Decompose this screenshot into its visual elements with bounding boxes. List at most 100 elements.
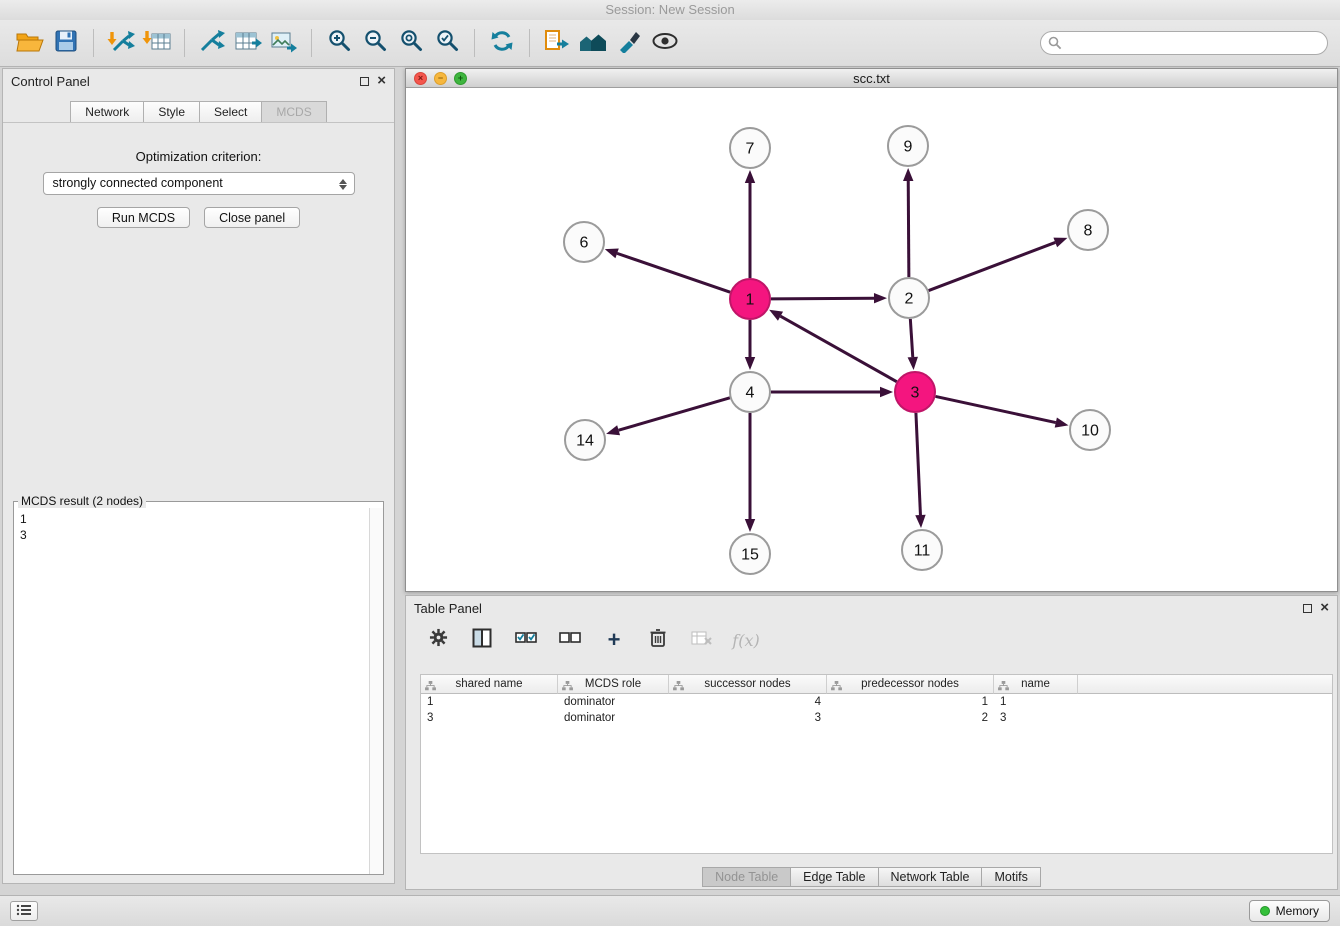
style-button[interactable]	[611, 25, 647, 61]
graph-edge-3-10[interactable]	[936, 396, 1069, 427]
delete-table-button[interactable]	[688, 626, 716, 654]
new-table-button[interactable]	[230, 25, 266, 61]
graph-node-14[interactable]: 14	[565, 420, 605, 460]
graph-node-2[interactable]: 2	[889, 278, 929, 318]
table-toolbar: + f(x)	[406, 620, 1337, 660]
network-canvas[interactable]: 7 9 6 8 1 2 4 3 14 10 15 11	[406, 88, 1337, 591]
show-hide-details-button[interactable]	[647, 25, 683, 61]
open-session-button[interactable]	[12, 25, 48, 61]
zoom-fit-button[interactable]	[393, 25, 429, 61]
graph-edge-1-4[interactable]	[745, 320, 755, 370]
tab-motifs[interactable]: Motifs	[982, 867, 1040, 887]
graph-node-9[interactable]: 9	[888, 126, 928, 166]
toolbar-separator	[93, 29, 94, 57]
show-columns-button[interactable]	[468, 626, 496, 654]
table-row[interactable]: 3dominator323	[421, 710, 1332, 726]
close-panel-icon[interactable]: ×	[1320, 603, 1329, 613]
new-network-button[interactable]	[194, 25, 230, 61]
graph-edge-2-9[interactable]	[903, 168, 913, 277]
export-image-button[interactable]	[266, 25, 302, 61]
graph-node-11[interactable]: 11	[902, 530, 942, 570]
graph-edge-1-2[interactable]	[771, 293, 887, 303]
column-header-MCDS-role[interactable]: MCDS role	[558, 675, 669, 694]
column-type-icon	[673, 679, 684, 697]
close-window-icon[interactable]: ×	[414, 72, 427, 85]
task-history-button[interactable]	[10, 901, 38, 921]
mcds-result-item[interactable]: 1	[20, 511, 363, 527]
refresh-icon	[490, 29, 514, 58]
close-panel-button[interactable]: Close panel	[204, 207, 300, 228]
graph-node-15[interactable]: 15	[730, 534, 770, 574]
graph-edge-3-1[interactable]	[769, 310, 897, 382]
float-panel-icon[interactable]	[1303, 604, 1312, 613]
memory-button[interactable]: Memory	[1249, 900, 1330, 922]
graph-edge-4-3[interactable]	[771, 387, 893, 397]
column-header-shared-name[interactable]: shared name	[421, 675, 558, 694]
save-session-button[interactable]	[48, 25, 84, 61]
copy-view-button[interactable]	[539, 25, 575, 61]
graph-node-8[interactable]: 8	[1068, 210, 1108, 250]
graph-node-4[interactable]: 4	[730, 372, 770, 412]
tab-node-table[interactable]: Node Table	[702, 867, 791, 887]
save-icon	[55, 30, 77, 57]
result-scrollbar[interactable]	[369, 508, 383, 874]
home-button[interactable]	[575, 25, 611, 61]
import-network-icon	[106, 29, 136, 58]
tab-mcds[interactable]: MCDS	[262, 101, 326, 122]
add-column-button[interactable]: +	[600, 626, 628, 654]
columns-icon	[472, 628, 492, 653]
copy-icon	[544, 29, 570, 58]
column-header-name[interactable]: name	[994, 675, 1078, 694]
new-table-icon	[234, 29, 262, 58]
import-network-button[interactable]	[103, 25, 139, 61]
table-row[interactable]: 1dominator411	[421, 694, 1332, 710]
graph-edge-4-14[interactable]	[606, 398, 730, 435]
tab-network[interactable]: Network	[70, 101, 144, 122]
refresh-layout-button[interactable]	[484, 25, 520, 61]
network-canvas-svg[interactable]: 7 9 6 8 1 2 4 3 14 10 15 11	[406, 88, 1337, 591]
graph-node-10[interactable]: 10	[1070, 410, 1110, 450]
run-mcds-button[interactable]: Run MCDS	[97, 207, 190, 228]
column-header-successor-nodes[interactable]: successor nodes	[669, 675, 827, 694]
minimize-window-icon[interactable]: −	[434, 72, 447, 85]
graph-edge-2-3[interactable]	[908, 319, 918, 370]
import-table-button[interactable]	[139, 25, 175, 61]
graph-edge-3-11[interactable]	[915, 413, 925, 528]
column-label: MCDS role	[585, 678, 641, 690]
zoom-out-button[interactable]	[357, 25, 393, 61]
graph-node-3[interactable]: 3	[895, 372, 935, 412]
search-input[interactable]	[1040, 31, 1328, 55]
mcds-result-list[interactable]: 13	[14, 508, 369, 874]
tab-network-table[interactable]: Network Table	[879, 867, 983, 887]
table-settings-button[interactable]	[424, 626, 452, 654]
zoom-selected-button[interactable]	[429, 25, 465, 61]
select-all-button[interactable]	[512, 626, 540, 654]
svg-text:4: 4	[746, 385, 755, 402]
graph-node-1[interactable]: 1	[730, 279, 770, 319]
delete-column-button[interactable]	[644, 626, 672, 654]
graph-node-7[interactable]: 7	[730, 128, 770, 168]
graph-edge-4-15[interactable]	[745, 413, 755, 532]
table-panel-header: Table Panel ×	[406, 596, 1337, 620]
float-panel-icon[interactable]	[360, 77, 369, 86]
clear-selection-button[interactable]	[556, 626, 584, 654]
network-window-titlebar[interactable]: × − + scc.txt	[406, 69, 1337, 88]
close-panel-icon[interactable]: ×	[377, 76, 386, 86]
graph-edge-1-7[interactable]	[745, 170, 755, 278]
table-header-row: shared name MCDS role successor nodesprede…	[421, 675, 1332, 694]
criterion-select[interactable]: strongly connected component	[43, 172, 355, 195]
add-row-icon: +	[608, 629, 621, 651]
mcds-result-item[interactable]: 3	[20, 527, 363, 543]
tab-select[interactable]: Select	[200, 101, 262, 122]
tab-edge-table[interactable]: Edge Table	[791, 867, 878, 887]
network-window: × − + scc.txt 7 9 6 8 1 2 4 3 14 10 15 11	[405, 68, 1338, 592]
column-header-predecessor-nodes[interactable]: predecessor nodes	[827, 675, 994, 694]
tab-style[interactable]: Style	[144, 101, 200, 122]
graph-node-6[interactable]: 6	[564, 222, 604, 262]
zoom-in-button[interactable]	[321, 25, 357, 61]
mcds-result-box: MCDS result (2 nodes) 13	[13, 494, 384, 875]
graph-edge-1-6[interactable]	[605, 248, 730, 292]
function-builder-button[interactable]: f(x)	[732, 626, 760, 654]
graph-edge-2-8[interactable]	[929, 238, 1068, 291]
zoom-window-icon[interactable]: +	[454, 72, 467, 85]
